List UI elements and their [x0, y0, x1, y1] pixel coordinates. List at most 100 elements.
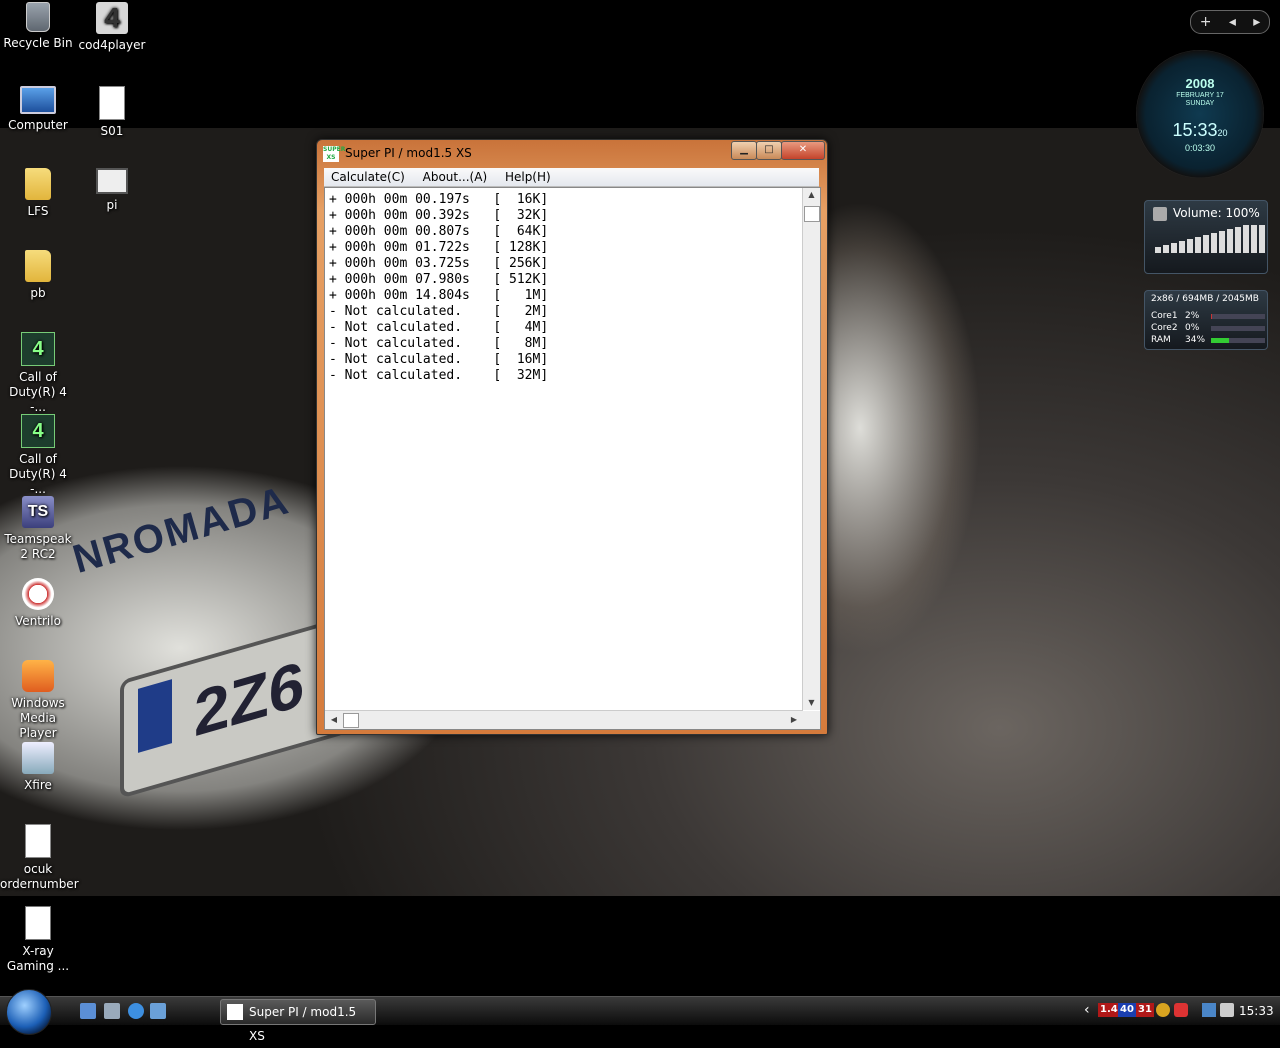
desktop-icon-teamspeak[interactable]: TS Teamspeak 2 RC2 [0, 496, 76, 562]
desktop-icon-pb[interactable]: pb [0, 250, 76, 301]
clock-day: SUNDAY [1185, 100, 1215, 107]
shortcut-icon [96, 168, 128, 194]
desktop-icon-xfire[interactable]: Xfire [0, 742, 76, 793]
text-file-icon [25, 824, 51, 858]
vertical-scroll-thumb[interactable] [804, 206, 820, 222]
close-button[interactable]: ✕ [781, 141, 825, 160]
menu-calculate[interactable]: Calculate(C) [324, 168, 412, 186]
desktop-icon-xray-gaming[interactable]: X-ray Gaming ... [0, 906, 76, 974]
result-line: - Not calculated. [ 16M] [329, 352, 549, 367]
scroll-right-icon[interactable]: ▶ [787, 711, 801, 729]
show-hidden-icons-button[interactable]: ‹ [1084, 1002, 1090, 1018]
media-player-icon [22, 660, 54, 692]
tray-temp-badge[interactable]: 40 [1118, 1003, 1136, 1017]
horizontal-scrollbar[interactable]: ◀ ▶ [325, 710, 803, 729]
desktop-icon-computer[interactable]: Computer [0, 86, 76, 133]
result-line: + 000h 00m 01.722s [ 128K] [329, 240, 549, 255]
window-titlebar[interactable]: SUPER XS Super PI / mod1.5 XS ▁ □ ✕ [317, 140, 827, 168]
desktop-icon-label: Teamspeak 2 RC2 [4, 532, 72, 561]
maximize-button[interactable]: □ [756, 141, 782, 160]
vertical-scrollbar[interactable]: ▲ ▼ [802, 188, 820, 710]
superpi-window: SUPER XS Super PI / mod1.5 XS ▁ □ ✕ Calc… [316, 139, 828, 735]
ventrilo-icon [22, 578, 54, 610]
result-line: - Not calculated. [ 4M] [329, 320, 549, 335]
taskbar-clock[interactable]: 15:33 [1239, 1004, 1274, 1018]
cod4-shortcut-icon: 4 [21, 414, 55, 448]
minimize-button[interactable]: ▁ [731, 141, 757, 160]
system-monitor-gadget: 2x86 / 694MB / 2045MB Core1 2% Core2 0% … [1144, 290, 1268, 350]
desktop-icon-call-of-duty-2[interactable]: 4 Call of Duty(R) 4 -... [0, 414, 76, 497]
info-icon[interactable] [1156, 1003, 1170, 1017]
tray-temp-badge[interactable]: 31 [1136, 1003, 1154, 1017]
desktop-icon-lfs[interactable]: LFS [0, 168, 76, 219]
show-desktop-icon[interactable] [80, 1003, 96, 1019]
sysmon-bar-fill [1211, 338, 1230, 343]
switch-windows-icon[interactable] [104, 1003, 120, 1019]
results-pane[interactable]: + 000h 00m 00.197s [ 16K] + 000h 00m 00.… [324, 187, 821, 730]
resize-grip[interactable] [803, 711, 820, 729]
desktop-icon-label: ocuk ordernumber [0, 862, 79, 891]
scroll-left-icon[interactable]: ◀ [327, 711, 341, 729]
volume-level-bars[interactable] [1155, 225, 1265, 253]
desktop-icon-label: cod4player [78, 38, 146, 52]
clock-year: 2008 [1185, 76, 1215, 91]
speaker-icon [1153, 207, 1167, 221]
xfire-icon [22, 742, 54, 774]
horizontal-scroll-thumb[interactable] [343, 713, 359, 728]
desktop-icon-label: pb [30, 286, 46, 300]
add-gadget-button[interactable]: + [1200, 14, 1212, 30]
desktop-icon-label: pi [106, 198, 118, 212]
recycle-bin-icon [26, 2, 50, 32]
result-line: - Not calculated. [ 8M] [329, 336, 549, 351]
next-gadgets-button[interactable]: ▸ [1253, 14, 1260, 30]
tray-temp-badge[interactable]: 1.4 [1098, 1003, 1120, 1017]
speaker-tray-icon[interactable] [1220, 1003, 1234, 1017]
volume-title: Volume: 100% [1173, 206, 1260, 220]
scroll-up-icon[interactable]: ▲ [803, 188, 820, 202]
clock-time: 15:3320 [1136, 120, 1264, 141]
sysmon-bar [1211, 326, 1265, 331]
prev-gadgets-button[interactable]: ◂ [1229, 14, 1236, 30]
sysmon-name: RAM [1151, 335, 1171, 345]
desktop-icon-ocuk-ordernumber[interactable]: ocuk ordernumber [0, 824, 79, 892]
menu-bar: Calculate(C) About...(A) Help(H) [324, 168, 819, 187]
desktop-icon-windows-media-player[interactable]: Windows Media Player [0, 660, 76, 741]
desktop-icon-label: S01 [100, 124, 124, 138]
desktop-icon-ventrilo[interactable]: Ventrilo [0, 578, 76, 629]
desktop-icon-label: Recycle Bin [3, 36, 73, 50]
sysmon-row: Core2 0% [1151, 323, 1265, 335]
start-button[interactable] [6, 989, 52, 1035]
desktop-icon-s01[interactable]: S01 [74, 86, 150, 139]
superpi-taskbar-icon [227, 1004, 243, 1020]
desktop-icon-pi[interactable]: pi [74, 168, 150, 213]
remote-desktop-icon[interactable] [150, 1003, 166, 1019]
desktop-icon-call-of-duty-1[interactable]: 4 Call of Duty(R) 4 -... [0, 332, 76, 415]
sysmon-bar [1211, 338, 1265, 343]
menu-about[interactable]: About...(A) [416, 168, 495, 186]
superpi-app-icon[interactable]: SUPER XS [323, 146, 345, 162]
desktop-icon-recycle-bin[interactable]: Recycle Bin [0, 2, 76, 51]
sysmon-name: Core2 [1151, 323, 1178, 333]
result-line: + 000h 00m 00.392s [ 32K] [329, 208, 549, 223]
menu-help[interactable]: Help(H) [498, 168, 558, 186]
volume-gadget[interactable]: Volume: 100% [1144, 200, 1268, 274]
window-title: Super PI / mod1.5 XS [345, 146, 472, 160]
sysmon-row: RAM 34% [1151, 335, 1265, 347]
xfire-tray-icon[interactable] [1174, 1003, 1188, 1017]
network-icon[interactable] [1202, 1003, 1216, 1017]
taskbar-button-superpi[interactable]: Super PI / mod1.5 XS [220, 999, 376, 1043]
taskbar-button-label: Super PI / mod1.5 XS [249, 1005, 357, 1043]
clock-hhmm: 15:33 [1172, 120, 1218, 140]
desktop-icon-cod4player[interactable]: 4 cod4player [74, 2, 150, 53]
scroll-down-icon[interactable]: ▼ [803, 696, 820, 710]
clock-seconds: 20 [1217, 128, 1228, 138]
folder-icon [25, 250, 51, 282]
internet-explorer-icon[interactable] [128, 1003, 144, 1019]
desktop-icon-label: X-ray Gaming ... [6, 944, 70, 973]
clock-date: FEBRUARY 17 [1176, 92, 1224, 99]
desktop-icon-label: Xfire [24, 778, 52, 792]
result-line: + 000h 00m 00.807s [ 64K] [329, 224, 549, 239]
sysmon-header: 2x86 / 694MB / 2045MB [1151, 294, 1259, 304]
clock-gadget[interactable]: 2008 FEBRUARY 17 SUNDAY 15:3320 0:03:30 [1136, 50, 1264, 178]
document-shortcut-icon [25, 906, 51, 940]
